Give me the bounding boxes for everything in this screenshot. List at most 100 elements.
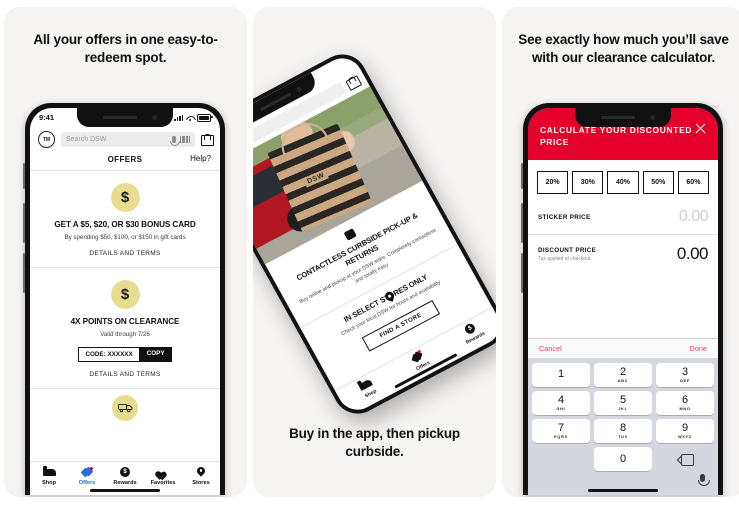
wifi-icon xyxy=(186,115,194,121)
status-bar: 9:41 xyxy=(30,108,220,127)
cancel-button[interactable]: Cancel xyxy=(539,344,562,353)
battery-icon xyxy=(197,113,213,122)
key-digit: 8 xyxy=(619,422,627,434)
modal-title: CALCULATE YOUR DISCOUNTED PRICE xyxy=(540,125,693,148)
notch xyxy=(575,108,671,127)
panel-curbside-headline: Buy in the app, then pickup curbside. xyxy=(289,425,460,459)
key-9[interactable]: 9 WXYZ xyxy=(656,419,714,443)
percent-option-40[interactable]: 40% xyxy=(607,171,639,195)
key-letters: JKL xyxy=(618,407,628,411)
bag-logo: DSW xyxy=(303,169,329,188)
offer-title: GET A $5, $20, OR $30 BONUS CARD xyxy=(54,220,196,229)
done-button[interactable]: Done xyxy=(690,344,707,353)
offer-subtitle: Valid through 7/26 xyxy=(100,331,150,338)
tab-shop[interactable]: Shop xyxy=(347,371,388,405)
key-backspace[interactable] xyxy=(656,447,714,471)
promo-code-row: CODE: XXXXXX COPY xyxy=(40,347,210,362)
phone-button-mute xyxy=(521,163,523,189)
key-digit: 1 xyxy=(557,368,565,380)
key-digit: 5 xyxy=(619,394,627,406)
key-1[interactable]: 1 xyxy=(532,363,590,387)
screen-header: OFFERS Help? xyxy=(30,154,220,170)
shopping-bag-icon[interactable] xyxy=(345,75,361,91)
coin-icon: $ xyxy=(120,467,130,478)
barcode-scan-icon[interactable] xyxy=(180,136,190,143)
phone-mockup-curbside-wrap: Search DSW DSW xyxy=(253,46,496,422)
cellular-signal-icon xyxy=(174,114,183,121)
pin-icon xyxy=(197,467,205,478)
key-4[interactable]: 4 GHI xyxy=(532,391,590,415)
shoe-icon xyxy=(42,465,56,478)
screenshot-root: All your offers in one easy-to-redeem sp… xyxy=(0,0,739,505)
percent-option-30[interactable]: 30% xyxy=(572,171,604,195)
tab-stores[interactable]: Stores xyxy=(183,467,219,486)
truck-glyph xyxy=(117,403,132,413)
panel-curbside: Search DSW DSW xyxy=(253,7,496,497)
status-time: 9:41 xyxy=(39,113,55,122)
discount-price-note: Tax applied at checkout. xyxy=(538,255,592,262)
phone-button-volume-up xyxy=(521,203,523,243)
tab-label: Stores xyxy=(192,479,210,486)
close-icon[interactable] xyxy=(694,122,707,135)
microphone-icon[interactable] xyxy=(170,136,181,146)
tab-offers[interactable]: Offers xyxy=(69,466,105,486)
phone-button-volume-down xyxy=(521,253,523,293)
home-indicator xyxy=(588,489,658,492)
status-indicators xyxy=(174,113,213,122)
key-letters: MNO xyxy=(679,407,691,411)
copy-button[interactable]: COPY xyxy=(139,347,172,362)
search-row: TM Search DSW xyxy=(30,127,220,154)
dollar-coin-icon: $ xyxy=(110,280,140,309)
phone-mockup-curbside: Search DSW DSW xyxy=(253,46,496,422)
tag-icon xyxy=(80,466,93,478)
key-digit: 6 xyxy=(681,394,689,406)
sticker-price-value: 0.00 xyxy=(678,208,709,226)
panel-calculator-headline: See exactly how much you’ll save with ou… xyxy=(518,32,729,66)
key-letters: WXYZ xyxy=(678,435,692,439)
search-input[interactable]: Search DSW xyxy=(61,132,195,147)
key-digit: 0 xyxy=(619,452,627,465)
help-link[interactable]: Help? xyxy=(190,154,211,163)
speaker-grille-icon xyxy=(601,116,635,119)
tab-favorites[interactable]: Favorites xyxy=(145,467,181,486)
discount-price-value: 0.00 xyxy=(676,244,709,264)
tab-shop[interactable]: Shop xyxy=(31,465,67,486)
key-letters: GHI xyxy=(556,407,566,411)
key-2[interactable]: 2 ABC xyxy=(594,363,652,387)
offer-details-link[interactable]: DETAILS AND TERMS xyxy=(40,371,210,378)
keypad-grid: 1 2 ABC 3 DEF 4 GHI 5 JKL 6 MNO 7 PQRS 8… xyxy=(528,358,718,471)
key-digit: 3 xyxy=(681,366,689,378)
percent-option-50[interactable]: 50% xyxy=(642,171,674,195)
phone-screen-offers: 9:41 TM Search DSW OFFERS Help? $ GET A … xyxy=(30,108,220,495)
numeric-keyboard: Cancel Done 1 2 ABC 3 DEF 4 GHI 5 JKL 6 … xyxy=(528,338,718,495)
key-0[interactable]: 0 xyxy=(594,447,652,471)
phone-screen-curbside: Search DSW DSW xyxy=(253,51,496,417)
tab-rewards[interactable]: $ Rewards xyxy=(452,315,493,349)
panel-offers: All your offers in one easy-to-redeem sp… xyxy=(4,7,247,497)
brand-logo: TM xyxy=(38,131,55,148)
key-7[interactable]: 7 PQRS xyxy=(532,419,590,443)
tab-rewards[interactable]: $ Rewards xyxy=(107,467,143,486)
key-digit: 7 xyxy=(557,422,565,434)
home-indicator xyxy=(90,489,160,492)
key-8[interactable]: 8 TUV xyxy=(594,419,652,443)
offer-card[interactable]: $ GET A $5, $20, OR $30 BONUS CARD By sp… xyxy=(30,171,220,267)
dictation-row xyxy=(528,471,718,486)
offer-details-link[interactable]: DETAILS AND TERMS xyxy=(40,250,210,257)
promo-code-value: CODE: XXXXXX xyxy=(78,347,140,362)
offer-title: 4X POINTS ON CLEARANCE xyxy=(70,317,180,326)
phone-button-volume-up xyxy=(23,203,25,243)
offer-card[interactable]: $ 4X POINTS ON CLEARANCE Valid through 7… xyxy=(30,268,220,388)
tab-label: Offers xyxy=(78,479,96,486)
key-digit: 9 xyxy=(681,422,689,434)
percent-option-20[interactable]: 20% xyxy=(537,171,569,195)
key-6[interactable]: 6 MNO xyxy=(656,391,714,415)
key-3[interactable]: 3 DEF xyxy=(656,363,714,387)
tab-label: Rewards xyxy=(113,479,137,486)
shopping-bag-icon[interactable] xyxy=(201,133,214,146)
key-5[interactable]: 5 JKL xyxy=(594,391,652,415)
phone-button-volume-down xyxy=(23,253,25,293)
sticker-price-row[interactable]: STICKER PRICE 0.00 xyxy=(528,203,718,236)
percent-option-60[interactable]: 60% xyxy=(677,171,710,195)
microphone-icon[interactable] xyxy=(697,473,710,486)
